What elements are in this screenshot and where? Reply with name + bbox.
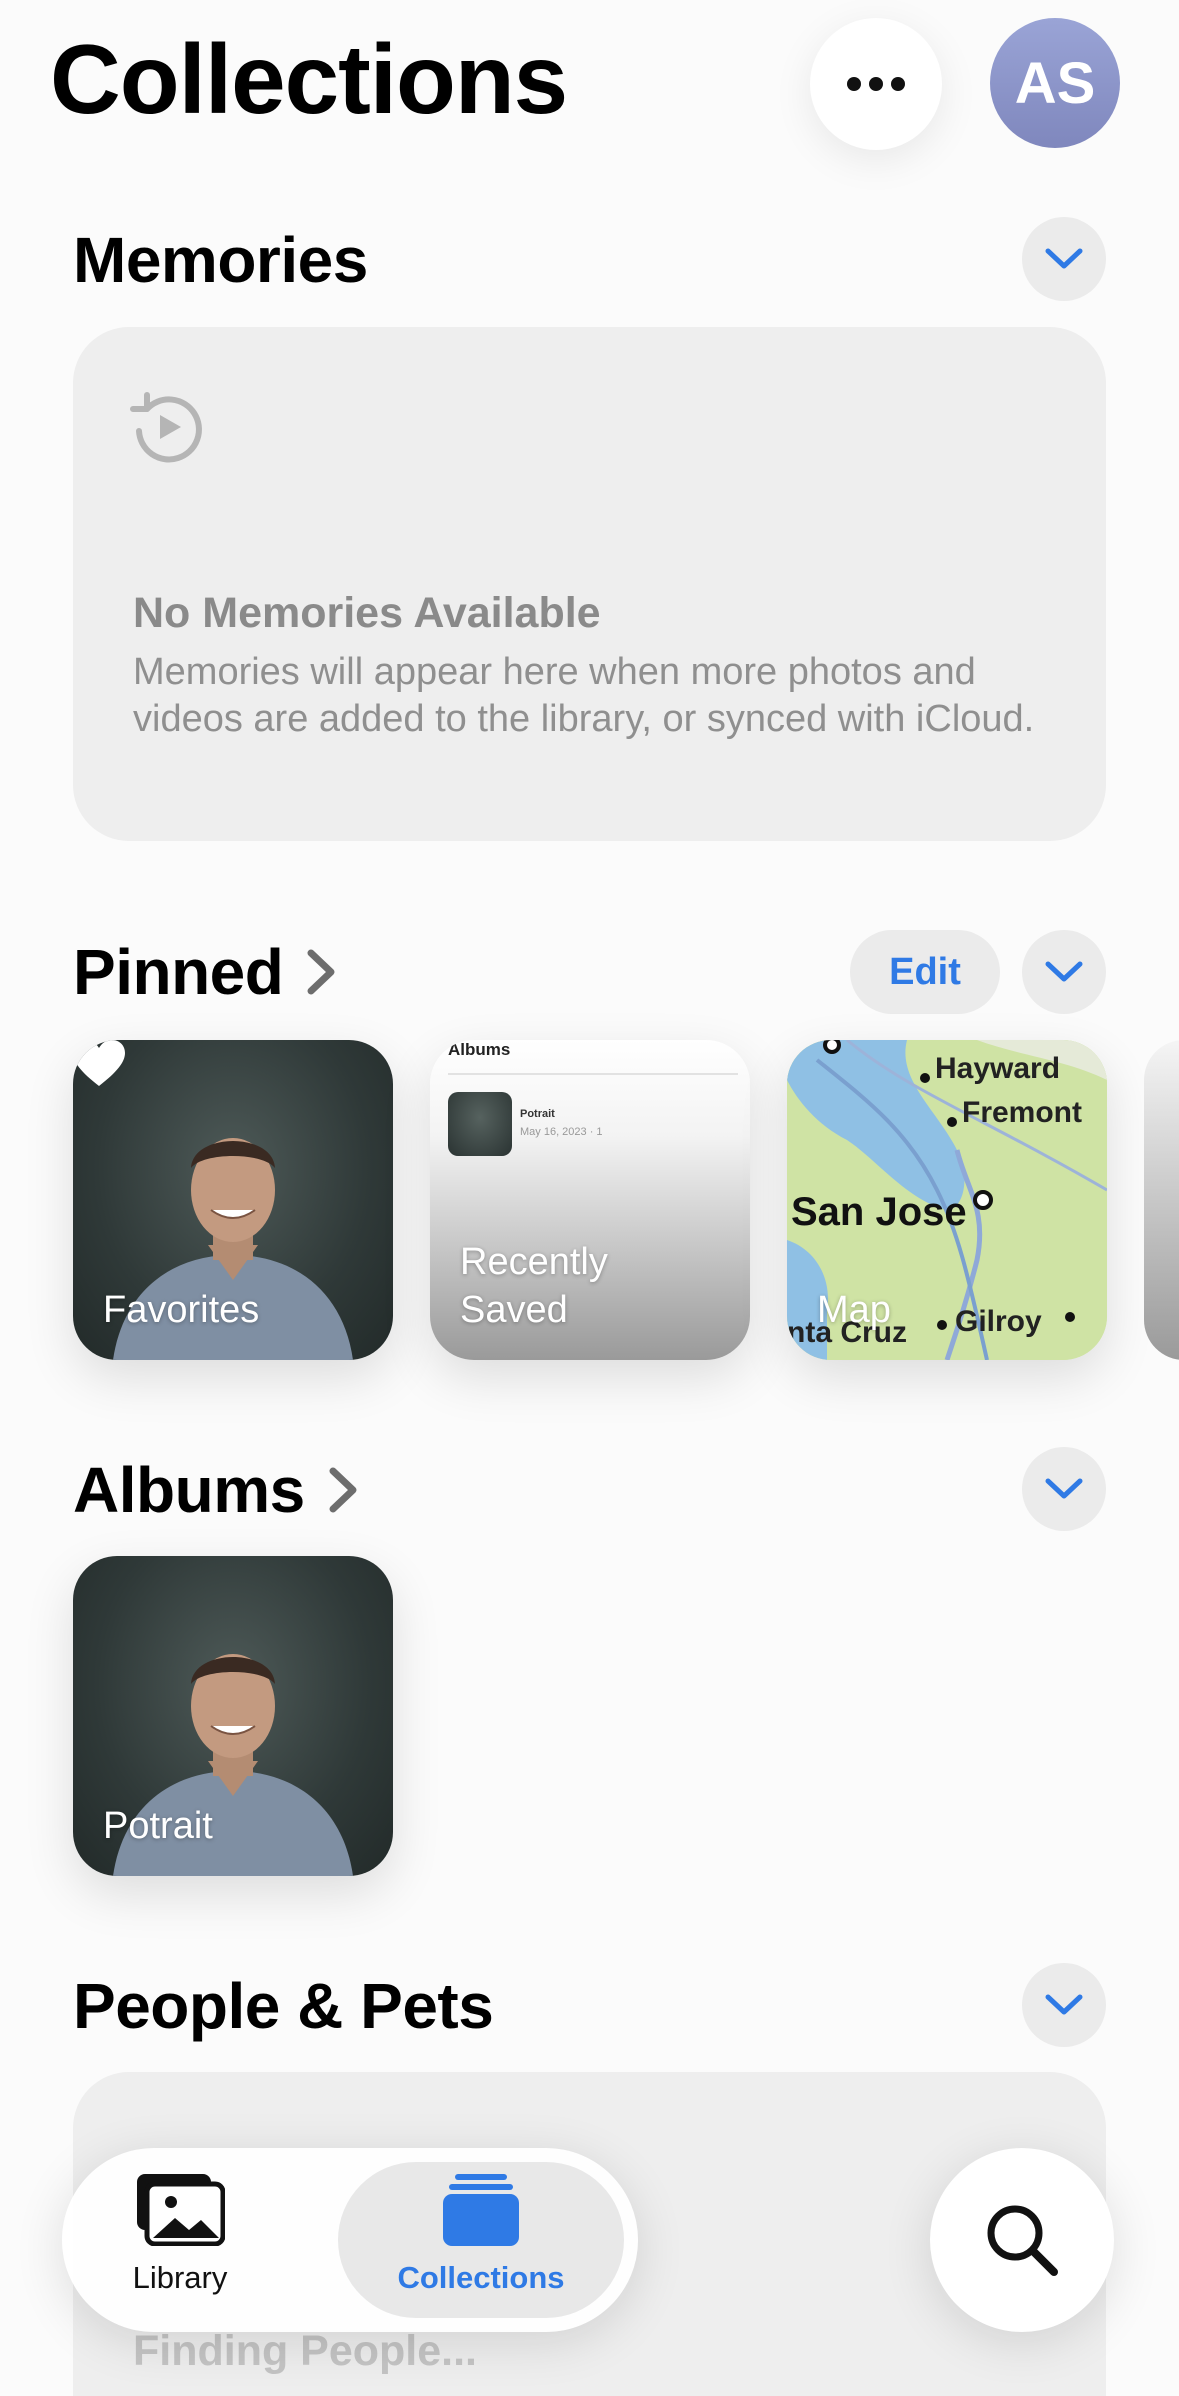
albums-section-title[interactable]: Albums xyxy=(73,1458,361,1522)
map-place-hayward: Hayward xyxy=(935,1052,1061,1085)
tile-label: Recently Saved xyxy=(460,1241,608,1331)
pinned-collapse-button[interactable] xyxy=(1022,930,1106,1014)
people-finding-title: Finding People... xyxy=(133,2327,477,2375)
chevron-down-icon xyxy=(1045,1994,1083,2015)
tab-bar: Library Collections xyxy=(62,2148,638,2332)
pinned-recently-saved-tile[interactable]: Albums Potrait May 16, 2023 · 1 Recently… xyxy=(430,1040,750,1360)
photo-library-icon xyxy=(137,2174,225,2246)
tab-collections[interactable]: Collections xyxy=(338,2162,624,2318)
map-place-san-jose: San Jose xyxy=(791,1190,967,1234)
divider xyxy=(448,1073,738,1075)
more-button[interactable] xyxy=(810,18,942,150)
tile-label: Map xyxy=(817,1289,891,1331)
map-place-fremont: Fremont xyxy=(962,1096,1082,1129)
avatar[interactable]: AS xyxy=(990,18,1120,148)
preview-thumbnail xyxy=(448,1092,512,1156)
memories-collapse-button[interactable] xyxy=(1022,217,1106,301)
chevron-right-icon xyxy=(329,1467,357,1513)
pinned-section-title[interactable]: Pinned xyxy=(73,940,339,1004)
pinned-next-tile[interactable] xyxy=(1144,1040,1179,1360)
tab-library-label: Library xyxy=(132,2260,228,2295)
page-title: Collections xyxy=(50,24,568,134)
memories-empty-text: Memories will appear here when more phot… xyxy=(133,651,1035,740)
map-place-gilroy: Gilroy xyxy=(955,1305,1042,1338)
chevron-right-icon xyxy=(307,949,335,995)
people-title: People & Pets xyxy=(73,1970,494,2042)
memories-empty-card: No Memories Available Memories will appe… xyxy=(73,327,1106,841)
avatar-initials: AS xyxy=(1014,50,1096,116)
album-potrait-tile[interactable]: Potrait xyxy=(73,1556,393,1876)
preview-header: Albums xyxy=(448,1040,511,1059)
tab-collections-label: Collections xyxy=(397,2260,565,2295)
memories-section-title: Memories xyxy=(73,228,368,292)
people-collapse-button[interactable] xyxy=(1022,1963,1106,2047)
collections-stack-icon xyxy=(443,2174,519,2246)
heart-icon xyxy=(73,1040,125,1086)
chevron-down-icon xyxy=(1045,1478,1083,1499)
memories-title: Memories xyxy=(73,224,368,296)
pinned-map-tile[interactable]: Hayward Fremont San Jose nta Cruz Gilroy… xyxy=(787,1040,1107,1360)
people-section-title: People & Pets xyxy=(73,1970,494,2042)
tile-label: Favorites xyxy=(103,1289,260,1331)
pinned-title: Pinned xyxy=(73,936,284,1008)
ellipsis-icon xyxy=(847,77,905,91)
search-button[interactable] xyxy=(930,2148,1114,2332)
tab-library[interactable]: Library xyxy=(82,2162,278,2318)
pinned-edit-button[interactable]: Edit xyxy=(850,930,1000,1014)
preview-item-date: May 16, 2023 · 1 xyxy=(520,1126,603,1138)
chevron-down-icon xyxy=(1045,248,1083,269)
albums-collapse-button[interactable] xyxy=(1022,1447,1106,1531)
pinned-favorites-tile[interactable]: Favorites xyxy=(73,1040,393,1360)
tile-label: Potrait xyxy=(103,1805,213,1847)
chevron-down-icon xyxy=(1045,961,1083,982)
preview-item-name: Potrait xyxy=(520,1108,555,1120)
albums-title: Albums xyxy=(73,1454,305,1526)
memories-icon xyxy=(130,392,202,463)
magnifier-icon xyxy=(987,2205,1058,2276)
memories-empty-title: No Memories Available xyxy=(133,589,601,637)
